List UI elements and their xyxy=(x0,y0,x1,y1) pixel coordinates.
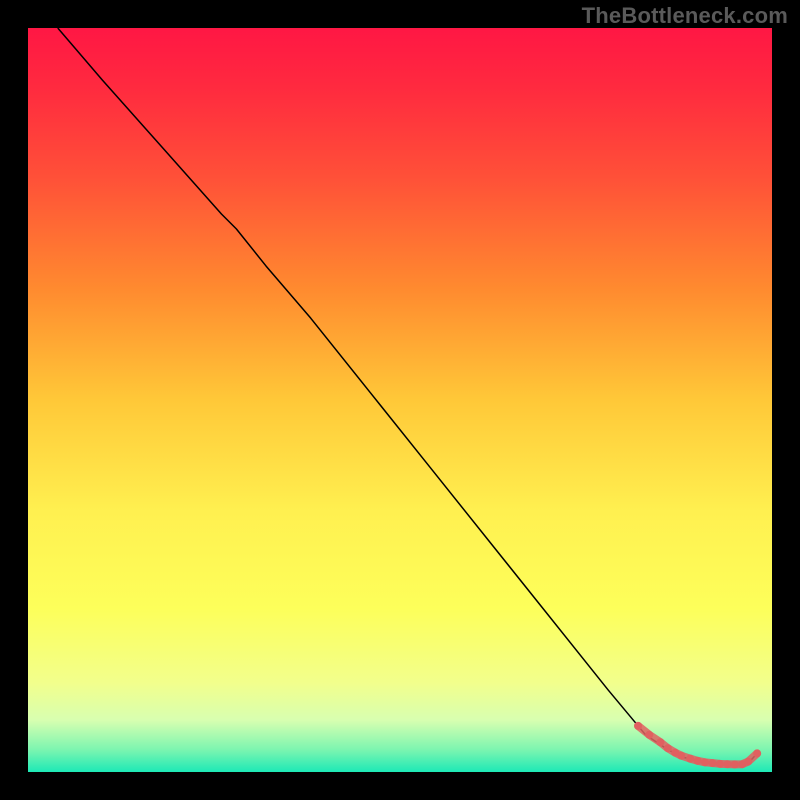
marker-point xyxy=(753,749,761,757)
marker-point xyxy=(723,760,731,768)
chart-plot-area xyxy=(28,28,772,772)
chart-svg xyxy=(28,28,772,772)
marker-point xyxy=(716,760,724,768)
marker-point xyxy=(677,752,685,760)
watermark-text: TheBottleneck.com xyxy=(582,3,788,29)
marker-point xyxy=(645,731,653,739)
marker-point xyxy=(634,722,642,730)
chart-background xyxy=(28,28,772,772)
marker-point xyxy=(701,758,709,766)
marker-point xyxy=(744,758,752,766)
chart-container xyxy=(28,28,772,772)
marker-point xyxy=(686,755,694,763)
marker-point xyxy=(694,757,702,765)
marker-point xyxy=(731,760,739,768)
marker-point xyxy=(708,759,716,767)
marker-point xyxy=(664,744,672,752)
marker-point xyxy=(656,738,664,746)
